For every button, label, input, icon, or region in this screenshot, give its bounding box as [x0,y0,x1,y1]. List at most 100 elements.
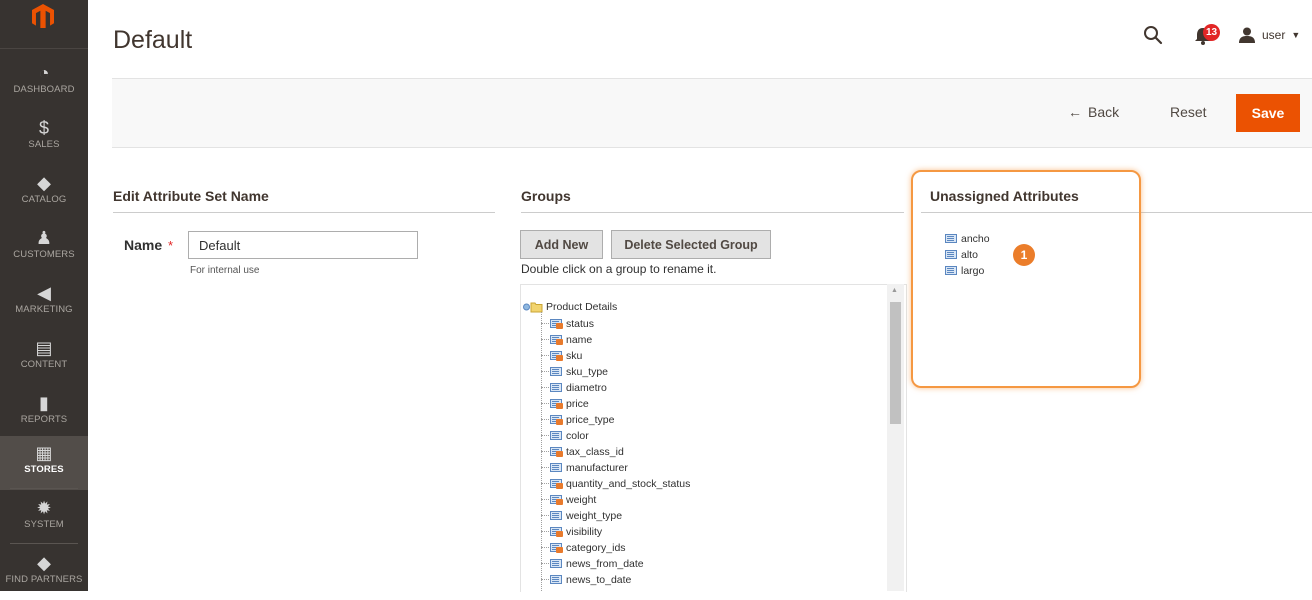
tree-attribute-node[interactable]: manufacturer [541,460,628,475]
tree-attribute-node[interactable]: status [541,316,594,331]
tree-node-label: category_ids [566,541,626,554]
tree-attribute-node[interactable]: news_from_date [541,556,644,571]
person-icon: ♟ [35,228,53,248]
sidebar-item-label: Marketing [15,304,73,315]
attribute-icon [550,574,564,585]
page-title: Default [113,26,193,54]
sidebar-item-label: Reports [20,414,68,425]
tree-node-label: sku [566,349,583,362]
tree-scrollbar-thumb[interactable] [890,302,901,424]
required-marker: * [168,238,174,253]
tree-node-label: status [566,317,595,330]
sidebar-item-label: Stores [24,464,64,475]
sidebar-item-reports[interactable]: ▮ Reports [0,386,88,440]
back-button[interactable]: ← Back [1068,104,1119,120]
page-actions-bar [112,78,1312,148]
system-attribute-icon [550,334,564,345]
user-menu[interactable]: user ▼ [1238,27,1300,43]
sidebar-item-label: Dashboard [13,84,75,95]
tree-node-label: manufacturer [566,461,628,474]
sidebar-item-label: Customers [13,249,75,260]
tree-root-label: Product Details [546,301,618,313]
add-new-group-button[interactable]: Add New [520,230,603,259]
system-attribute-icon [550,350,564,361]
sidebar-item-label: Sales [28,139,60,150]
back-label: Back [1088,104,1120,120]
tree-attribute-node[interactable]: price_type [541,412,614,427]
sidebar-item-catalog[interactable]: ◆ Catalog [0,166,88,220]
tree-attribute-node[interactable]: sku [541,348,582,363]
megaphone-icon: ◀ [37,283,51,303]
search-icon[interactable] [1143,25,1163,45]
magento-logo[interactable] [0,0,88,49]
unassigned-attribute-node[interactable]: alto [945,247,978,262]
unassigned-highlight [911,170,1141,388]
delete-selected-group-button[interactable]: Delete Selected Group [611,230,771,259]
tree-attribute-node[interactable]: news_to_date [541,572,631,587]
sidebar-item-system[interactable]: ✹ System [0,491,88,545]
tree-attribute-node[interactable]: price [541,396,589,411]
tree-attribute-node[interactable]: tax_class_id [541,444,624,459]
edit-set-title: Edit Attribute Set Name [113,188,269,204]
sidebar-item-dashboard[interactable]: ◔ Dashboard [0,56,88,110]
tree-node-label: price [566,397,589,410]
tree-attribute-node[interactable]: category_ids [541,540,626,555]
tree-node-label: news_from_date [566,557,644,570]
cube-icon: ◆ [37,173,51,193]
scroll-up-arrow[interactable]: ▲ [891,287,898,294]
tree-attribute-node[interactable]: sku_type [541,364,608,379]
gear-icon: ✹ [36,498,52,518]
notification-badge[interactable]: 13 [1203,24,1220,41]
attribute-set-name-input[interactable] [188,231,418,259]
tree-attribute-node[interactable]: visibility [541,524,602,539]
sidebar-item-find-partners[interactable]: ◆ Find Partners [0,546,88,600]
unassigned-node-label: alto [961,248,978,261]
user-name: user [1262,28,1286,42]
tree-node-label: weight [566,493,597,506]
tree-attribute-node[interactable]: name [541,332,592,347]
sidebar-item-label: Content [20,359,68,370]
system-attribute-icon [550,398,564,409]
tree-node-label: tax_class_id [566,445,624,458]
system-attribute-icon [550,414,564,425]
section-divider [113,212,495,213]
callout-marker: 1 [1013,244,1035,266]
tree-attribute-node[interactable]: diametro [541,380,607,395]
tree-group-product-details[interactable]: Product Details [523,301,617,313]
tree-node-label: sku_type [566,365,609,378]
attribute-icon [550,430,564,441]
tree-node-label: name [566,333,593,346]
sidebar-item-content[interactable]: ▤ Content [0,331,88,385]
sidebar-item-stores[interactable]: ▦ Stores [0,436,88,490]
unassigned-node-label: ancho [961,232,990,245]
unassigned-attribute-node[interactable]: largo [945,263,984,278]
system-attribute-icon [550,446,564,457]
system-attribute-icon [550,526,564,537]
groups-title: Groups [521,188,571,204]
unassigned-attribute-node[interactable]: ancho [945,231,990,246]
section-divider [521,212,904,213]
tree-node-label: color [566,429,589,442]
tree-attribute-node[interactable]: quantity_and_stock_status [541,476,690,491]
reset-button[interactable]: Reset [1170,104,1207,120]
unassigned-node-label: largo [961,264,985,277]
tree-node-label: quantity_and_stock_status [566,477,691,490]
sidebar-item-label: System [24,519,64,530]
sidebar-item-sales[interactable]: $ Sales [0,111,88,165]
tree-node-label: visibility [566,525,603,538]
tree-attribute-node[interactable]: color [541,428,589,443]
system-attribute-icon [550,318,564,329]
sidebar-item-label: Catalog [21,194,67,205]
tree-node-label: diametro [566,381,607,394]
storefront-icon: ▦ [35,443,53,463]
system-attribute-icon [550,478,564,489]
tree-attribute-node[interactable]: weight [541,492,596,507]
attribute-icon [550,558,564,569]
save-button[interactable]: Save [1236,94,1300,132]
tree-attribute-node[interactable]: weight_type [541,508,622,523]
admin-sidebar: ◔ Dashboard $ Sales ◆ Catalog ♟ Customers ◀ Marke… [0,0,88,591]
system-attribute-icon [550,542,564,553]
attribute-icon [550,510,564,521]
sidebar-item-marketing[interactable]: ◀ Marketing [0,276,88,330]
sidebar-item-customers[interactable]: ♟ Customers [0,221,88,275]
